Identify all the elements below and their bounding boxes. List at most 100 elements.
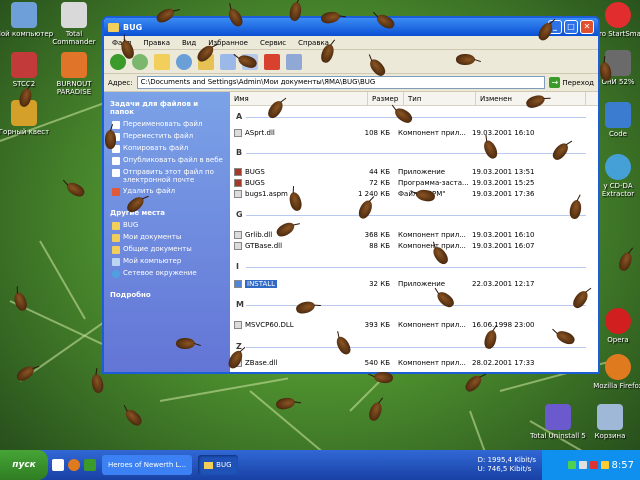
place-network[interactable]: Сетевое окружение xyxy=(112,269,224,278)
place-my-documents[interactable]: Мои документы xyxy=(112,233,224,242)
language-icon[interactable] xyxy=(600,461,609,469)
globe-icon xyxy=(112,157,120,165)
taskbar-item-bug[interactable]: BUG xyxy=(198,455,238,475)
place-label: Общие документы xyxy=(123,245,192,253)
table-row-selected[interactable]: INSTALL 32 КБ Приложение 22.03.2001 12:1… xyxy=(234,279,556,289)
desktop-icon-total-uninstall[interactable]: Total Uninstall 5 xyxy=(528,404,588,440)
task-label: BUG xyxy=(216,461,232,469)
delete-icon xyxy=(112,188,120,196)
bug-icon xyxy=(234,179,242,187)
table-row[interactable]: ZBase.dll 540 КБ Компонент прил... 28.02… xyxy=(234,358,556,368)
network-icon[interactable] xyxy=(567,461,576,469)
opera-icon xyxy=(605,308,631,334)
go-button[interactable]: → Переход xyxy=(549,77,594,88)
group-header: I xyxy=(236,262,239,271)
column-type[interactable]: Тип xyxy=(404,92,476,106)
computer-icon xyxy=(11,2,37,28)
place-bug[interactable]: BUG xyxy=(112,221,224,230)
desktop-icon-label: Total Commander xyxy=(52,30,96,46)
group-header: M xyxy=(236,300,244,309)
uninstall-icon xyxy=(545,404,571,430)
rename-icon xyxy=(112,121,120,129)
file-name: ZBase.dll xyxy=(245,359,278,367)
task-email-file[interactable]: Отправить этот файл по электронной почте xyxy=(112,168,224,184)
details-title[interactable]: Подробно xyxy=(110,291,224,299)
file-name: Grlib.dll xyxy=(245,231,273,239)
task-pane: Задачи для файлов и папок Переименовать … xyxy=(104,92,230,372)
place-my-computer[interactable]: Мой компьютер xyxy=(112,257,224,266)
menu-bar: Файл Правка Вид Избранное Сервис Справка xyxy=(104,36,598,50)
desktop-icon-label: Mozilla Firefox xyxy=(593,382,640,390)
file-size: 88 КБ xyxy=(369,242,390,250)
table-row[interactable]: MSVCP60.DLL 393 КБ Компонент прил... 16.… xyxy=(234,320,556,330)
menu-view[interactable]: Вид xyxy=(182,39,196,47)
table-row[interactable]: BUGS 44 КБ Приложение 19.03.2001 13:51 xyxy=(234,167,556,177)
cockroach-icon xyxy=(105,130,116,149)
task-rename-file[interactable]: Переименовать файл xyxy=(112,120,224,129)
taskbar-item-heroes[interactable]: Heroes of Newerth L... xyxy=(102,455,193,475)
file-name: INSTALL xyxy=(245,280,278,288)
address-label: Адрес: xyxy=(108,78,133,87)
download-rate: D: 1995,4 Kibit/s xyxy=(477,456,536,464)
mail-icon xyxy=(112,169,120,177)
toolbar xyxy=(104,50,598,74)
up-folder-icon[interactable] xyxy=(154,53,170,70)
antivirus-icon[interactable] xyxy=(589,461,598,469)
computer-icon xyxy=(112,258,120,266)
column-size[interactable]: Размер xyxy=(368,92,404,106)
group-header: B xyxy=(236,148,243,157)
delete-icon[interactable] xyxy=(264,53,280,70)
go-arrow-icon: → xyxy=(549,77,561,88)
search-icon[interactable] xyxy=(176,53,192,70)
desktop-icon-label: Корзина xyxy=(594,432,626,440)
task-publish-file[interactable]: Опубликовать файл в вебе xyxy=(112,156,224,165)
close-button[interactable]: ✕ xyxy=(580,20,594,34)
task-delete-file[interactable]: Удалить файл xyxy=(112,187,224,196)
file-tasks-title[interactable]: Задачи для файлов и папок xyxy=(110,100,224,116)
desktop-icon-label: Горный квест xyxy=(0,128,50,136)
place-shared-documents[interactable]: Общие документы xyxy=(112,245,224,254)
window-title: BUG xyxy=(123,22,143,32)
folder-icon xyxy=(204,461,214,469)
game-icon xyxy=(61,52,87,78)
table-row[interactable]: GTBase.dll 88 КБ Компонент прил... 19.03… xyxy=(234,241,556,251)
menu-tools[interactable]: Сервис xyxy=(260,39,286,47)
start-button[interactable]: пуск xyxy=(0,450,48,480)
network-icon xyxy=(112,270,120,278)
media-icon[interactable] xyxy=(84,459,96,471)
file-date: 22.03.2001 12:17 xyxy=(472,280,535,288)
task-move-file[interactable]: Переместить файл xyxy=(112,132,224,141)
table-row[interactable]: BUGS 72 КБ Программа-заста... 19.03.2001… xyxy=(234,178,556,188)
desktop-icon-total-commander[interactable]: Total Commander xyxy=(44,2,104,46)
browser-icon[interactable] xyxy=(68,459,80,471)
file-date: 19.03.2001 16:10 xyxy=(472,129,535,137)
forward-icon[interactable] xyxy=(132,53,148,70)
nero-icon xyxy=(605,2,631,28)
file-size: 108 КБ xyxy=(364,129,390,137)
file-date: 28.02.2001 17:33 xyxy=(472,359,535,367)
menu-edit[interactable]: Правка xyxy=(143,39,170,47)
file-type: Компонент прил... xyxy=(398,129,466,137)
address-input[interactable]: C:\Documents and Settings\Admin\Мои доку… xyxy=(136,76,546,89)
menu-help[interactable]: Справка xyxy=(298,39,329,47)
task-copy-file[interactable]: Копировать файл xyxy=(112,144,224,153)
clock[interactable]: 8:57 xyxy=(612,460,634,471)
desktop-icon-recycle-bin[interactable]: Корзина xyxy=(580,404,640,440)
file-name: BUGS xyxy=(245,168,265,176)
views-icon[interactable] xyxy=(286,53,302,70)
system-tray: 8:57 xyxy=(542,450,640,480)
recycle-bin-icon xyxy=(597,404,623,430)
desktop-icon-burnout[interactable]: BURNOUT PARADISE xyxy=(44,52,104,96)
title-bar[interactable]: BUG _ □ ✕ xyxy=(104,18,598,36)
explorer-window[interactable]: BUG _ □ ✕ Файл Правка Вид Избранное Серв… xyxy=(102,16,600,374)
file-name: MSVCP60.DLL xyxy=(245,321,294,329)
windows-icon[interactable] xyxy=(52,459,64,471)
volume-icon[interactable] xyxy=(578,461,587,469)
table-row[interactable]: ASprt.dll 108 КБ Компонент прил... 19.03… xyxy=(234,128,556,138)
table-row[interactable]: bugs1.aspm 1 240 КБ Файл "ASPM" 19.03.20… xyxy=(234,189,556,199)
place-label: BUG xyxy=(123,221,139,229)
maximize-button[interactable]: □ xyxy=(564,20,578,34)
file-date: 19.03.2001 16:07 xyxy=(472,242,535,250)
column-name[interactable]: Имя xyxy=(230,92,368,106)
move-to-icon[interactable] xyxy=(220,53,236,70)
